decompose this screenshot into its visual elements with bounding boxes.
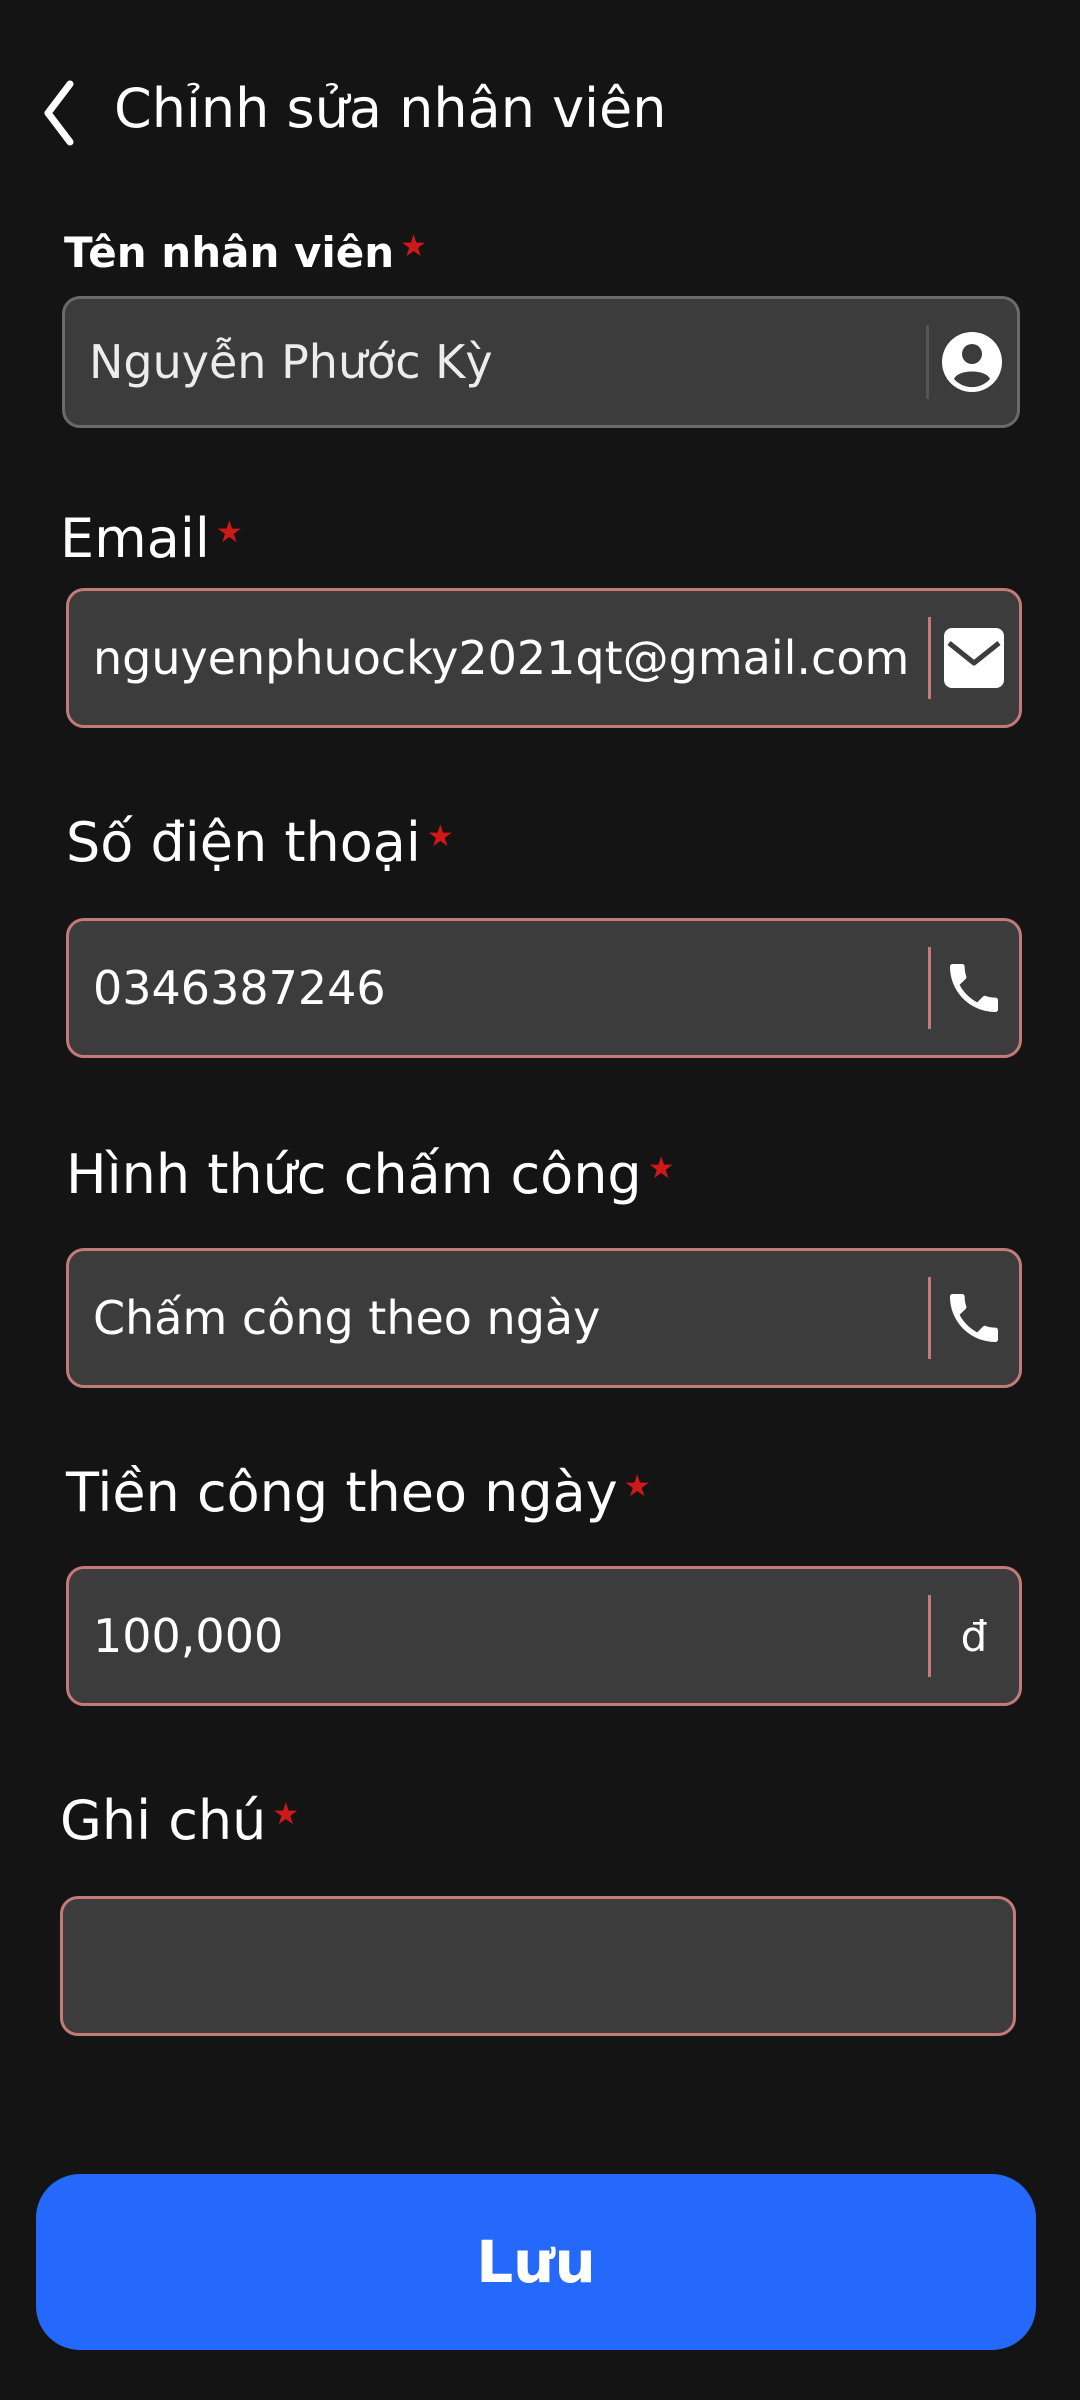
wage-label-text: Tiền công theo ngày <box>66 1461 618 1524</box>
name-label: Tên nhân viên ★ <box>64 218 427 288</box>
attendance-field[interactable]: Chấm công theo ngày <box>66 1248 1022 1388</box>
wage-input[interactable]: 100,000 <box>93 1569 909 1703</box>
required-star: ★ <box>272 1797 300 1832</box>
email-label-text: Email <box>60 507 210 570</box>
required-star: ★ <box>400 229 428 264</box>
required-star: ★ <box>647 1151 675 1186</box>
user-circle-icon <box>937 299 1007 425</box>
phone-label: Số điện thoại ★ <box>66 808 454 878</box>
field-divider <box>928 1595 931 1677</box>
note-label: Ghi chú ★ <box>60 1786 299 1856</box>
mail-icon <box>939 591 1009 725</box>
currency-label: đ <box>960 1611 988 1661</box>
field-divider <box>928 1277 931 1359</box>
name-input[interactable]: Nguyễn Phước Kỳ <box>89 299 907 425</box>
note-label-text: Ghi chú <box>60 1789 267 1852</box>
page-title: Chỉnh sửa nhân viên <box>114 77 667 140</box>
app-header: Chỉnh sửa nhân viên <box>0 60 1080 160</box>
name-field[interactable]: Nguyễn Phước Kỳ <box>62 296 1020 428</box>
note-input[interactable] <box>87 1899 989 2033</box>
phone-icon <box>939 1251 1009 1385</box>
email-label: Email ★ <box>60 504 243 574</box>
back-chevron-icon[interactable] <box>40 78 80 148</box>
field-divider <box>926 325 929 399</box>
wage-field[interactable]: 100,000 đ <box>66 1566 1022 1706</box>
attendance-select[interactable]: Chấm công theo ngày <box>93 1251 909 1385</box>
note-field[interactable] <box>60 1896 1016 2036</box>
required-star: ★ <box>215 515 243 550</box>
email-field[interactable]: nguyenphuocky2021qt@gmail.com <box>66 588 1022 728</box>
attendance-label-text: Hình thức chấm công <box>66 1143 642 1206</box>
name-label-text: Tên nhân viên <box>64 228 395 277</box>
required-star: ★ <box>426 819 454 854</box>
phone-input[interactable]: 0346387246 <box>93 921 909 1055</box>
wage-label: Tiền công theo ngày ★ <box>66 1458 651 1528</box>
currency-suffix: đ <box>939 1569 1009 1703</box>
attendance-label: Hình thức chấm công ★ <box>66 1140 675 1210</box>
save-button[interactable]: Lưu <box>36 2174 1036 2350</box>
phone-icon <box>939 921 1009 1055</box>
field-divider <box>928 617 931 699</box>
email-input[interactable]: nguyenphuocky2021qt@gmail.com <box>93 591 909 725</box>
phone-label-text: Số điện thoại <box>66 811 421 874</box>
field-divider <box>928 947 931 1029</box>
phone-field[interactable]: 0346387246 <box>66 918 1022 1058</box>
required-star: ★ <box>623 1469 651 1504</box>
